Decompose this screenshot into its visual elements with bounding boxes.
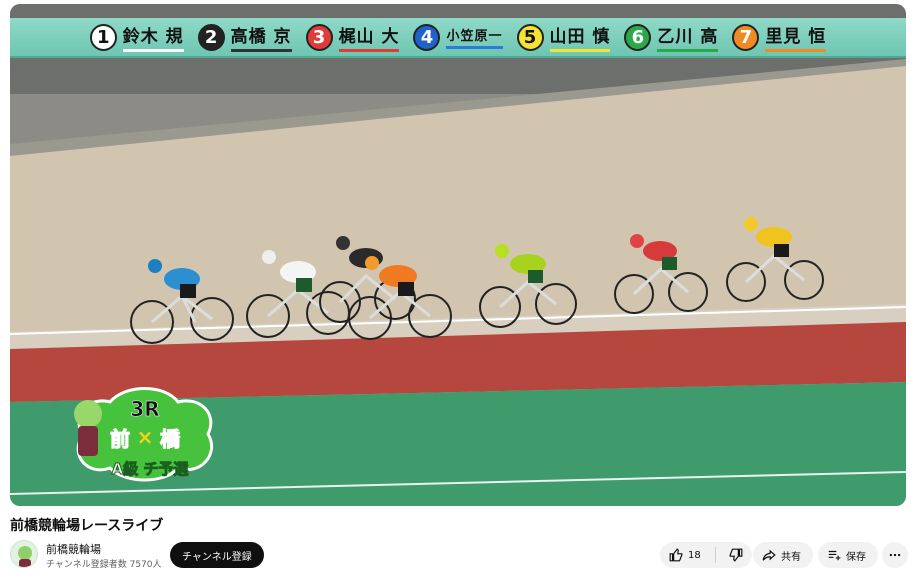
rider-name: 梶山 大: [338, 22, 400, 52]
mascot-icon: [74, 400, 102, 428]
share-label: 共有: [781, 551, 801, 563]
svg-text:×: ×: [137, 425, 154, 449]
channel-row: 前橋競輪場 チャンネル登録者数 7570人 チャンネル登録 18 共有 保存: [10, 538, 908, 572]
rider-entry: 7 里見 恒: [732, 22, 827, 52]
save-playlist-icon: [828, 550, 841, 561]
rider-name: 高橋 京: [230, 22, 292, 52]
rider-lineup-banner: 1 鈴木 規 2 高橋 京 3 梶山 大 4 小笠原一 5 山田 慎 6 乙川 高 7 里見 恒: [10, 18, 906, 58]
save-button[interactable]: 保存: [818, 542, 878, 568]
rider-name: 小笠原一: [446, 25, 503, 49]
subscribe-button[interactable]: チャンネル登録: [170, 542, 264, 568]
rider-number-badge: 4: [413, 23, 441, 51]
like-count: 18: [688, 549, 701, 561]
subscriber-count: チャンネル登録者数 7570人: [46, 560, 162, 570]
like-dislike-group: 18: [660, 542, 752, 568]
more-horizontal-icon: [889, 553, 901, 557]
channel-name[interactable]: 前橋競輪場: [46, 541, 101, 557]
rider-name: 乙川 高: [657, 22, 719, 52]
more-actions-button[interactable]: [882, 542, 908, 568]
rider-number-badge: 1: [89, 23, 117, 51]
rider-name: 里見 恒: [765, 22, 827, 52]
video-player[interactable]: 1 鈴木 規 2 高橋 京 3 梶山 大 4 小笠原一 5 山田 慎 6 乙川 高 7 里見 恒 3R 前…: [10, 4, 906, 506]
like-button[interactable]: 18: [660, 542, 710, 568]
video-title: 前橋競輪場レースライブ: [10, 518, 164, 534]
thumbs-down-icon: [729, 548, 743, 562]
rider-entry: 6 乙川 高: [624, 22, 719, 52]
rider-number-badge: 3: [305, 23, 333, 51]
rider-entry: 1 鈴木 規: [89, 22, 184, 52]
save-label: 保存: [846, 551, 866, 563]
race-number: 3R: [130, 397, 159, 421]
rider-entry: 5 山田 慎: [516, 22, 611, 52]
rider-number-badge: 6: [624, 23, 652, 51]
share-button[interactable]: 共有: [753, 542, 813, 568]
race-badge: 3R 前 × 橋 A級 チ予選: [74, 387, 214, 482]
rider-number-badge: 7: [732, 23, 760, 51]
share-arrow-icon: [762, 549, 776, 561]
venue-right: 橋: [160, 427, 181, 451]
rider-number-badge: 5: [516, 23, 544, 51]
venue-left: 前: [110, 427, 130, 451]
rider-entry: 4 小笠原一: [413, 23, 503, 51]
race-class: A級 チ予選: [112, 460, 189, 478]
rider-name: 山田 慎: [549, 22, 611, 52]
rider-entry: 2 高橋 京: [197, 22, 292, 52]
rider-entry: 3 梶山 大: [305, 22, 400, 52]
thumbs-up-icon: [669, 548, 683, 562]
dislike-button[interactable]: [720, 542, 752, 568]
rider-number-badge: 2: [197, 23, 225, 51]
channel-avatar[interactable]: [10, 540, 38, 568]
rider-name: 鈴木 規: [122, 22, 184, 52]
